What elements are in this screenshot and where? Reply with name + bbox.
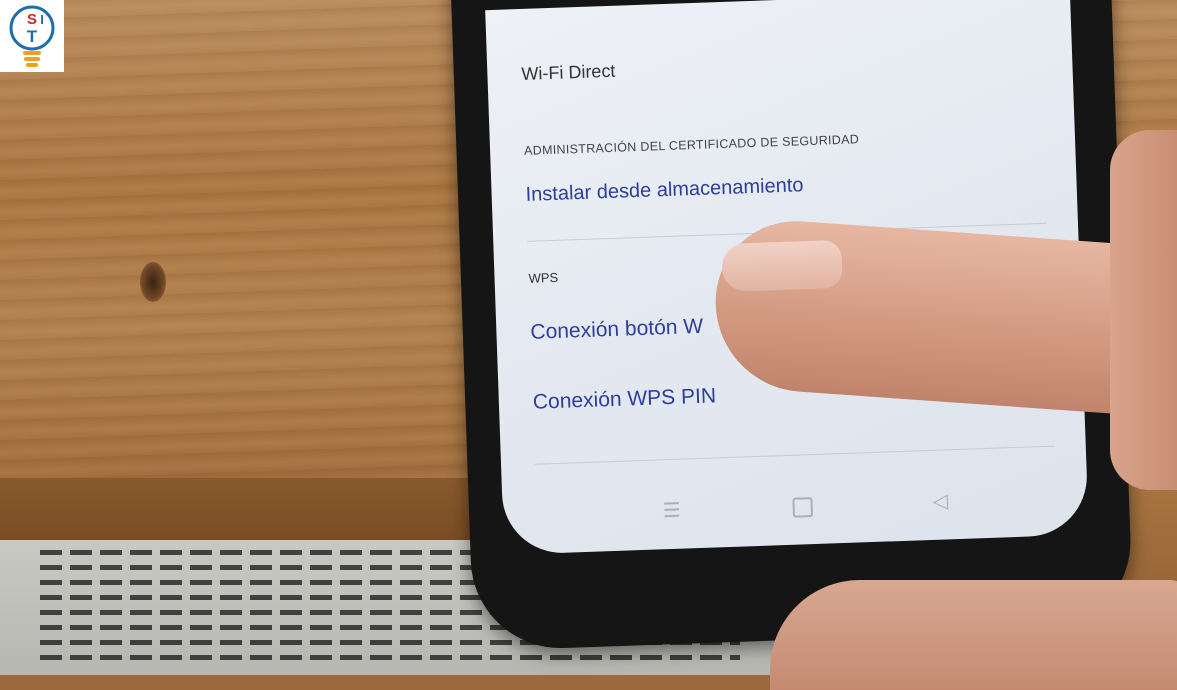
channel-logo: S T I <box>0 0 64 72</box>
divider <box>535 445 1055 465</box>
nav-bar: ☰ ◁ <box>502 469 1088 539</box>
back-triangle-icon[interactable]: ◁ <box>932 488 948 514</box>
table-edge <box>0 478 520 540</box>
wps-pin-connection-item[interactable]: Conexión WPS PIN <box>532 384 716 414</box>
svg-text:I: I <box>40 12 44 27</box>
home-square-icon[interactable] <box>792 497 814 518</box>
lightbulb-logo-icon: S T I <box>9 5 55 67</box>
wifi-direct-item[interactable]: Wi-Fi Direct <box>521 61 616 85</box>
wps-section-header: WPS <box>528 269 559 286</box>
cert-section-header: ADMINISTRACIÓN DEL CERTIFICADO DE SEGURI… <box>523 132 860 158</box>
svg-text:S: S <box>27 11 37 28</box>
svg-text:T: T <box>27 27 38 46</box>
hand-fingers-right <box>1110 130 1177 490</box>
install-from-storage-item[interactable]: Instalar desde almacenamiento <box>525 174 804 207</box>
wood-knot <box>140 262 166 302</box>
thumbnail-nail <box>721 239 843 293</box>
menu-icon[interactable]: ☰ <box>662 498 681 524</box>
wps-button-connection-item[interactable]: Conexión botón W <box>530 315 704 345</box>
hand-finger-bottom <box>770 580 1177 690</box>
